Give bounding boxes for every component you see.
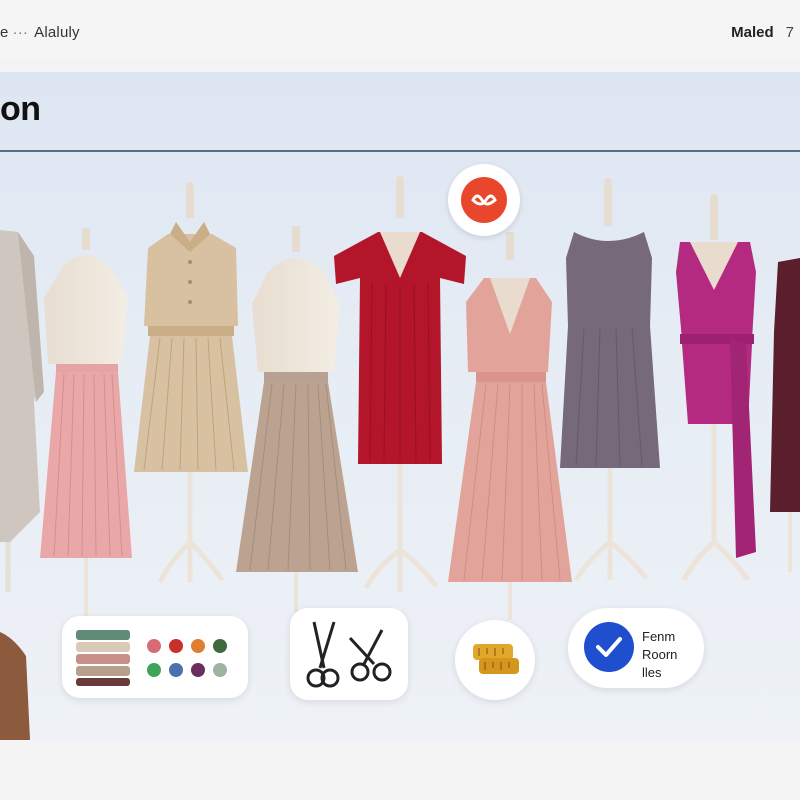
scissors-icon xyxy=(306,621,392,688)
brand-badge[interactable] xyxy=(448,164,520,236)
breadcrumb-separator: ··· xyxy=(12,24,29,41)
mannequin-pink-skirt xyxy=(40,228,132,620)
handbag-partial xyxy=(0,632,30,740)
top-right-label[interactable]: Maled xyxy=(731,24,774,41)
breadcrumb: e ··· Alaluly xyxy=(0,24,80,41)
fabric-swatches-card[interactable] xyxy=(62,616,248,698)
mannequin-grey-long-dress xyxy=(0,230,44,592)
top-right-area: Maled 7 xyxy=(731,24,794,41)
approval-text: Fenm Roorn lles xyxy=(642,628,677,682)
mannequin-grey-dress xyxy=(560,178,660,582)
approval-line-1: Fenm xyxy=(642,629,676,644)
measuring-tape-icon xyxy=(473,644,519,674)
mannequin-maroon-dress xyxy=(770,258,800,572)
mannequin-beige-shirt-dress xyxy=(134,182,248,584)
hero-panel: on Fenm Roorn lles xyxy=(0,72,800,740)
top-bar: e ··· Alaluly Maled 7 xyxy=(0,0,800,60)
top-right-extra: 7 xyxy=(785,24,794,41)
nav-link[interactable]: Alaluly xyxy=(34,24,80,41)
approval-card[interactable]: Fenm Roorn lles xyxy=(568,608,704,688)
mannequin-red-dress xyxy=(334,176,466,592)
checkmark-icon xyxy=(584,622,634,672)
scissors-card[interactable] xyxy=(290,608,408,700)
brand-logo-icon xyxy=(461,177,507,223)
mannequin-magenta-dress xyxy=(676,194,756,582)
fabric-swatches-icon xyxy=(76,630,227,686)
mannequin-taupe-skirt xyxy=(236,226,358,612)
bottom-strip xyxy=(0,740,800,800)
measuring-tape-card[interactable] xyxy=(455,620,535,700)
approval-line-3: lles xyxy=(642,665,662,680)
breadcrumb-start: e xyxy=(0,24,9,41)
approval-line-2: Roorn xyxy=(642,647,678,662)
mannequin-blush-dress xyxy=(448,232,572,620)
